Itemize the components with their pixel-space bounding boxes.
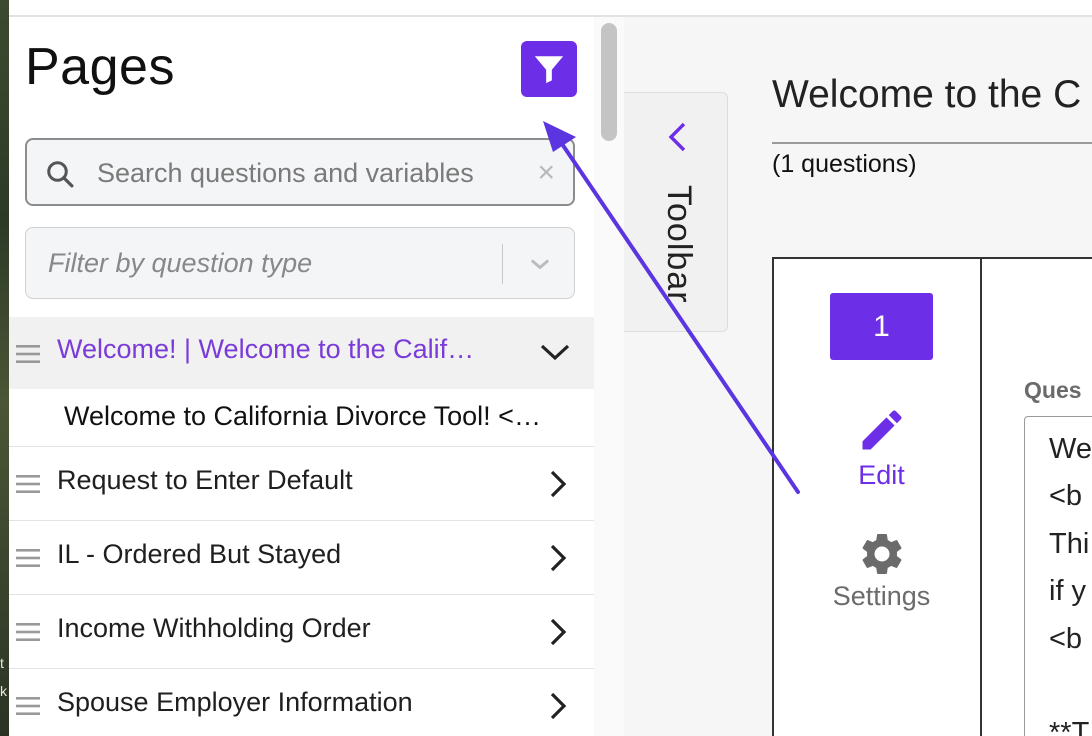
desktop-background-strip: t k: [0, 0, 9, 736]
toolbar-toggle-tab[interactable]: Toolbar: [624, 92, 728, 332]
question-card: 1 Edit Settings Ques We <b Thi if y <b *…: [772, 257, 1092, 736]
page-list-item[interactable]: Welcome! | Welcome to the Calif…: [9, 317, 594, 389]
question-text-line: <b: [1049, 623, 1083, 655]
question-list-item[interactable]: Welcome to California Divorce Tool! <…: [9, 389, 594, 447]
title-divider: [772, 142, 1092, 144]
page-label: Welcome! | Welcome to the Calif…: [57, 334, 475, 364]
top-bar: [9, 0, 1092, 17]
page-list-item[interactable]: IL - Ordered But Stayed: [9, 521, 594, 595]
clear-search-icon[interactable]: ×: [537, 158, 555, 188]
settings-label: Settings: [832, 581, 931, 611]
scrollbar-thumb[interactable]: [601, 23, 617, 141]
drag-handle-icon[interactable]: [16, 474, 40, 494]
question-text-line: Thi: [1049, 528, 1090, 560]
chevron-left-icon: [668, 122, 686, 152]
search-box: ×: [25, 138, 575, 206]
pages-sidebar: Pages × Filter by question type Welcome!…: [9, 17, 595, 736]
page-list-item[interactable]: Request to Enter Default: [9, 447, 594, 521]
question-number-badge: 1: [830, 293, 933, 360]
edit-label: Edit: [858, 460, 905, 490]
question-text-line: We: [1049, 433, 1092, 465]
desktop-edge-char: t: [0, 655, 4, 671]
search-icon: [47, 161, 74, 188]
page-list-item[interactable]: Income Withholding Order: [9, 595, 594, 669]
sidebar-title: Pages: [25, 38, 175, 96]
chevron-right-icon[interactable]: [547, 543, 569, 573]
chevron-down-icon[interactable]: [539, 341, 571, 363]
question-card-actions: 1 Edit Settings: [774, 259, 982, 736]
page-list-item[interactable]: Spouse Employer Information: [9, 669, 594, 736]
desktop-edge-char: k: [0, 683, 7, 699]
chevron-right-icon[interactable]: [547, 617, 569, 647]
main-panel: Toolbar Welcome to the C (1 questions) 1…: [624, 17, 1092, 736]
toolbar-label: Toolbar: [660, 185, 698, 304]
edit-button[interactable]: Edit: [814, 404, 949, 499]
page-title: Welcome to the C: [772, 73, 1082, 116]
select-divider: [502, 244, 503, 284]
settings-button[interactable]: Settings: [814, 529, 949, 624]
chevron-down-icon: [530, 259, 550, 270]
page-label: Request to Enter Default: [57, 465, 353, 495]
question-text-label: Ques: [1024, 377, 1082, 403]
question-text-editor[interactable]: We <b Thi if y <b **T: [1024, 416, 1092, 736]
question-label: Welcome to California Divorce Tool! <…: [64, 401, 541, 431]
sidebar-scrollbar[interactable]: [594, 17, 624, 736]
question-text-line: <b: [1049, 480, 1083, 512]
chevron-right-icon[interactable]: [547, 691, 569, 721]
page-label: IL - Ordered But Stayed: [57, 539, 342, 569]
drag-handle-icon[interactable]: [16, 622, 40, 642]
question-count: (1 questions): [772, 150, 917, 178]
gear-icon: [862, 533, 901, 574]
filter-button[interactable]: [521, 41, 577, 97]
page-list: Welcome! | Welcome to the Calif… Welcome…: [9, 317, 594, 736]
question-type-filter-select[interactable]: Filter by question type: [25, 227, 575, 299]
page-label: Spouse Employer Information: [57, 687, 413, 717]
pencil-icon: [862, 410, 902, 450]
page-label: Income Withholding Order: [57, 613, 371, 643]
question-text-line: if y: [1049, 575, 1087, 607]
drag-handle-icon[interactable]: [16, 548, 40, 568]
drag-handle-icon[interactable]: [16, 696, 40, 716]
question-type-filter-placeholder: Filter by question type: [48, 248, 313, 278]
chevron-right-icon[interactable]: [547, 469, 569, 499]
filter-icon: [534, 56, 564, 84]
question-text-line: **T: [1049, 717, 1090, 736]
drag-handle-icon[interactable]: [16, 344, 40, 364]
search-input[interactable]: [95, 154, 519, 192]
